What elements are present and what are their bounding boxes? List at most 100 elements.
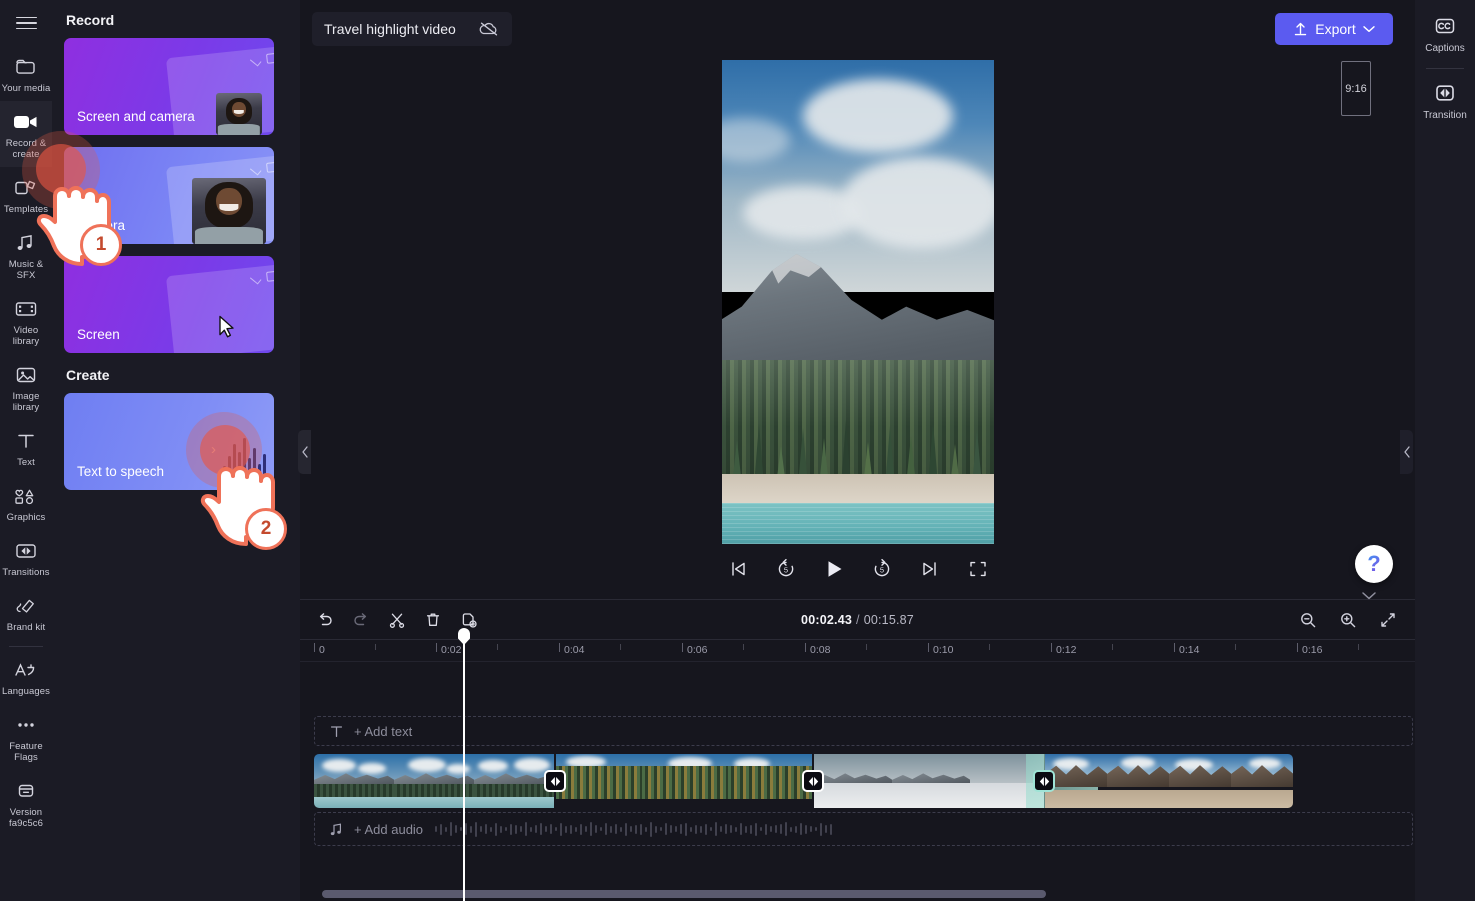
play-button[interactable] bbox=[821, 556, 847, 582]
sidebar-item-your-media[interactable]: Your media bbox=[0, 46, 52, 101]
clip-thumbnails bbox=[556, 754, 812, 808]
text-to-speech-card[interactable]: › Text to speech bbox=[64, 393, 274, 490]
cursor-arrow-icon bbox=[218, 315, 238, 339]
transition-icon bbox=[550, 776, 560, 786]
camera-card[interactable]: Camera bbox=[64, 147, 274, 244]
card-label: Text to speech bbox=[77, 464, 165, 479]
right-item-transition[interactable]: Transition bbox=[1415, 73, 1475, 127]
timeline-ruler[interactable]: 0 0:02 0:04 0:06 0:08 0:10 0:12 0:14 0:1… bbox=[300, 640, 1415, 662]
forward-5s-button[interactable]: 5 bbox=[869, 556, 895, 582]
ellipsis-icon bbox=[13, 713, 39, 737]
brand-kit-icon bbox=[14, 594, 38, 618]
preview-water bbox=[721, 502, 994, 544]
add-text-label: + Add text bbox=[354, 723, 413, 739]
right-sidebar-divider bbox=[1426, 68, 1464, 69]
zoom-in-button[interactable] bbox=[1335, 607, 1361, 633]
zoom-out-button[interactable] bbox=[1295, 607, 1321, 633]
magnifier-minus-icon bbox=[1301, 613, 1316, 628]
timeline-tools bbox=[312, 600, 482, 640]
help-button[interactable]: ? bbox=[1355, 545, 1393, 583]
shapes-icon bbox=[13, 484, 39, 508]
total-time: 00:15.87 bbox=[863, 613, 914, 627]
left-sidebar: Your media Record & create Templates Mus… bbox=[0, 0, 52, 901]
rewind-5s-button[interactable]: 5 bbox=[773, 556, 799, 582]
upload-icon bbox=[1293, 21, 1308, 37]
cloud-off-icon[interactable] bbox=[478, 20, 500, 38]
export-button[interactable]: Export bbox=[1275, 13, 1393, 45]
transition-badge[interactable] bbox=[802, 770, 824, 792]
video-clip[interactable] bbox=[1045, 754, 1293, 808]
transition-badge[interactable] bbox=[1033, 770, 1055, 792]
current-time: 00:02.43 bbox=[801, 613, 852, 627]
aspect-ratio-label: 9:16 bbox=[1345, 82, 1367, 95]
sidebar-item-templates[interactable]: Templates bbox=[0, 167, 52, 222]
fullscreen-button[interactable] bbox=[965, 556, 991, 582]
transition-badge[interactable] bbox=[544, 770, 566, 792]
sidebar-item-feature-flags[interactable]: Feature Flags bbox=[0, 704, 52, 770]
undo-button[interactable] bbox=[312, 607, 338, 633]
question-mark-icon: ? bbox=[1367, 551, 1381, 576]
preview-trees bbox=[722, 341, 994, 486]
right-item-captions[interactable]: Captions bbox=[1415, 6, 1475, 60]
video-clip[interactable] bbox=[314, 754, 554, 808]
timeline-scrollbar-track[interactable] bbox=[300, 890, 1415, 898]
collapse-left-panel-button[interactable] bbox=[298, 430, 311, 474]
skip-to-end-button[interactable] bbox=[917, 556, 943, 582]
sidebar-item-label: Image library bbox=[12, 391, 40, 413]
screen-and-camera-card[interactable]: Screen and camera bbox=[64, 38, 274, 135]
sidebar-item-label: Text bbox=[17, 457, 35, 468]
transition-icon bbox=[808, 776, 818, 786]
sidebar-item-image-library[interactable]: Image library bbox=[0, 354, 52, 420]
window-mock-graphic bbox=[165, 264, 274, 353]
chevron-right-icon: › bbox=[211, 441, 216, 458]
collapse-right-panel-button[interactable] bbox=[1400, 430, 1413, 474]
split-button[interactable] bbox=[384, 607, 410, 633]
add-audio-track[interactable]: + Add audio bbox=[314, 812, 1413, 846]
sidebar-item-brand-kit[interactable]: Brand kit bbox=[0, 585, 52, 640]
video-clip[interactable] bbox=[556, 754, 812, 808]
video-camera-icon bbox=[13, 110, 39, 134]
sidebar-item-music-and-sfx[interactable]: Music & SFX bbox=[0, 222, 52, 288]
screen-card[interactable]: Screen bbox=[64, 256, 274, 353]
ruler-label: 0:16 bbox=[1302, 644, 1323, 656]
ruler-label: 0 bbox=[319, 644, 325, 656]
video-clip[interactable] bbox=[814, 754, 1044, 808]
preview-cloud bbox=[803, 79, 954, 154]
skip-to-start-button[interactable] bbox=[725, 556, 751, 582]
timeline-tracks: + Add text + Add audio bbox=[300, 662, 1415, 901]
sidebar-item-label: Brand kit bbox=[6, 622, 46, 633]
collapse-help-button[interactable] bbox=[1361, 591, 1377, 601]
hamburger-menu-button[interactable] bbox=[0, 0, 52, 46]
ruler-label: 0:04 bbox=[564, 644, 585, 656]
clip-thumbnails bbox=[814, 754, 1044, 808]
sidebar-item-graphics[interactable]: Graphics bbox=[0, 475, 52, 530]
video-preview[interactable] bbox=[721, 60, 994, 544]
fit-to-screen-button[interactable] bbox=[1375, 607, 1401, 633]
redo-arrow-icon bbox=[354, 613, 367, 626]
sidebar-item-transitions[interactable]: Transitions bbox=[0, 530, 52, 585]
sidebar-item-text[interactable]: Text bbox=[0, 420, 52, 475]
timeline-scrollbar-thumb[interactable] bbox=[322, 890, 1046, 898]
redo-button[interactable] bbox=[348, 607, 374, 633]
person-thumbnail bbox=[192, 178, 266, 244]
music-note-icon bbox=[329, 822, 344, 837]
playhead[interactable] bbox=[458, 628, 470, 901]
sidebar-item-label: Music & SFX bbox=[8, 259, 44, 281]
right-sidebar: Captions Transition bbox=[1415, 0, 1475, 901]
clip-thumbnails bbox=[1045, 754, 1293, 808]
aspect-ratio-button[interactable]: 9:16 bbox=[1341, 61, 1371, 116]
svg-text:5: 5 bbox=[879, 566, 883, 575]
languages-icon bbox=[13, 658, 39, 682]
sidebar-item-video-library[interactable]: Video library bbox=[0, 288, 52, 354]
sidebar-item-record-and-create[interactable]: Record & create bbox=[0, 101, 52, 167]
add-text-track[interactable]: + Add text bbox=[314, 716, 1413, 746]
transition-icon bbox=[1433, 81, 1457, 105]
delete-button[interactable] bbox=[420, 607, 446, 633]
project-title-field[interactable]: Travel highlight video bbox=[312, 12, 512, 46]
clip-thumbnails bbox=[314, 754, 554, 808]
preview-stage: 9:16 5 5 bbox=[300, 58, 1415, 599]
ruler-label: 0:10 bbox=[933, 644, 954, 656]
sidebar-item-languages[interactable]: Languages bbox=[0, 649, 52, 704]
sidebar-item-version[interactable]: Version fa9c5c6 bbox=[0, 770, 52, 836]
sidebar-item-label: Your media bbox=[1, 83, 51, 94]
